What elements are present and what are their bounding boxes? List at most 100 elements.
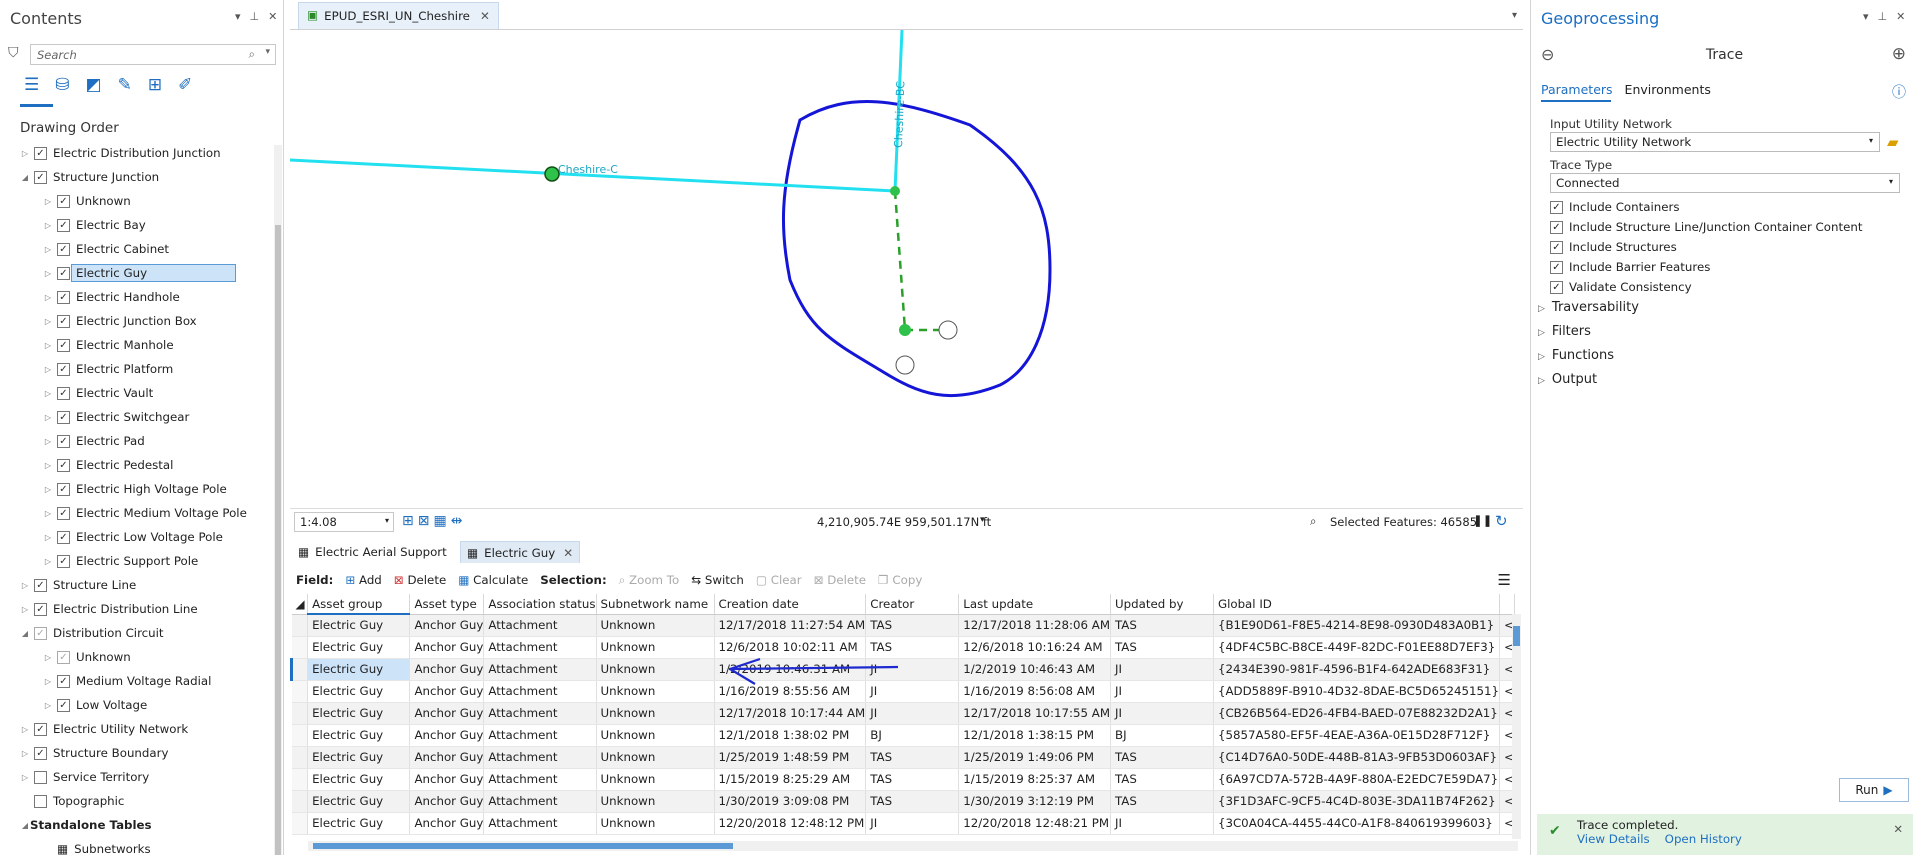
table-cell[interactable]: Attachment bbox=[483, 812, 597, 835]
layer-visibility-checkbox[interactable]: ✓ bbox=[57, 650, 70, 664]
layer-item[interactable]: ▷ ✓ Electric Bay bbox=[0, 213, 270, 237]
table-cell[interactable]: JI bbox=[1110, 702, 1214, 725]
trace-type-select[interactable]: Connected ▾ bbox=[1550, 173, 1900, 193]
tab-list-dropdown-icon[interactable]: ▾ bbox=[1512, 10, 1517, 21]
section-expander[interactable]: ▷ Traversability bbox=[1538, 300, 1639, 315]
row-selector[interactable] bbox=[291, 768, 309, 791]
trace-option[interactable]: ✓ Include Containers bbox=[1550, 200, 1680, 214]
expand-arrow-icon[interactable]: ▷ bbox=[43, 293, 53, 302]
layer-item[interactable]: ◢ ✓ Distribution Circuit bbox=[0, 621, 270, 645]
expand-arrow-icon[interactable]: ▷ bbox=[43, 701, 53, 710]
layer-item[interactable]: ▷ ✓ Electric Switchgear bbox=[0, 405, 270, 429]
expand-arrow-icon[interactable]: ▷ bbox=[43, 197, 53, 206]
calculate-button[interactable]: ▦ Calculate bbox=[458, 573, 528, 587]
view-details-link[interactable]: View Details bbox=[1577, 832, 1650, 846]
expand-arrow-icon[interactable]: ▷ bbox=[43, 533, 53, 542]
table-cell[interactable]: {CB26B564-ED26-4FB4-BAED-07E88232D2A1} bbox=[1213, 702, 1501, 725]
table-horizontal-scrollbar[interactable] bbox=[308, 841, 1518, 851]
table-cell[interactable]: Attachment bbox=[483, 790, 597, 813]
table-cell[interactable]: Attachment bbox=[483, 680, 597, 703]
table-cell[interactable]: {ADD5889F-B910-4D32-8DAE-BC5D65245151} bbox=[1213, 680, 1501, 703]
option-checkbox[interactable]: ✓ bbox=[1550, 260, 1563, 274]
run-button[interactable]: Run ▶ bbox=[1839, 778, 1909, 802]
option-checkbox[interactable]: ✓ bbox=[1550, 220, 1563, 234]
copy-button[interactable]: ❐ Copy bbox=[878, 573, 922, 587]
table-cell[interactable]: 12/17/2018 11:27:54 AM bbox=[714, 614, 867, 637]
table-row[interactable]: Electric Guy Anchor Guy Attachment Unknown 1… bbox=[291, 680, 1515, 703]
table-cell[interactable]: 1/25/2019 1:48:59 PM bbox=[714, 746, 867, 769]
list-by-labeling-icon[interactable]: ✐ bbox=[178, 77, 192, 94]
list-by-snapping-icon[interactable]: ⊞ bbox=[148, 77, 162, 94]
table-row[interactable]: Electric Guy Anchor Guy Attachment Unknown 1… bbox=[291, 614, 1515, 637]
table-cell[interactable]: {3F1D3AFC-9CF5-4C4D-803E-3DA11B74F262} bbox=[1213, 790, 1501, 813]
contents-scrollbar[interactable] bbox=[274, 145, 282, 855]
table-cell[interactable]: JI bbox=[1110, 812, 1214, 835]
layer-item[interactable]: ▷ ✓ Electric Guy bbox=[0, 261, 270, 285]
table-cell[interactable]: Attachment bbox=[483, 724, 597, 747]
layer-item[interactable]: ▷ ✓ Unknown bbox=[0, 189, 270, 213]
trace-option[interactable]: ✓ Validate Consistency bbox=[1550, 280, 1692, 294]
table-cell[interactable]: JI bbox=[865, 680, 960, 703]
pause-icon[interactable]: ❚❚ bbox=[1473, 513, 1492, 527]
table-cell[interactable]: 12/17/2018 11:28:06 AM bbox=[958, 614, 1112, 637]
table-cell[interactable]: TAS bbox=[1110, 768, 1214, 791]
table-row[interactable]: Electric Guy Anchor Guy Attachment Unknown 1… bbox=[291, 768, 1515, 791]
expand-arrow-icon[interactable]: ▷ bbox=[20, 773, 30, 782]
table-cell[interactable]: Unknown bbox=[596, 636, 715, 659]
collapse-arrow-icon[interactable]: ◢ bbox=[20, 629, 30, 638]
contents-scroll-thumb[interactable] bbox=[275, 225, 281, 855]
table-cell[interactable]: {5857A580-EF5F-4EAE-A36A-0E15D28F712F} bbox=[1213, 724, 1501, 747]
expand-arrow-icon[interactable]: ▷ bbox=[43, 677, 53, 686]
tab-environments[interactable]: Environments bbox=[1625, 82, 1711, 97]
option-checkbox[interactable]: ✓ bbox=[1550, 280, 1563, 294]
expand-arrow-icon[interactable]: ▷ bbox=[43, 437, 53, 446]
expand-arrow-icon[interactable]: ▷ bbox=[1538, 352, 1545, 362]
pin-icon[interactable]: ⊥ bbox=[250, 11, 260, 22]
table-cell[interactable]: 1/15/2019 8:25:37 AM bbox=[958, 768, 1112, 791]
switch-button[interactable]: ⇆ Switch bbox=[691, 573, 744, 587]
row-selector[interactable] bbox=[291, 636, 309, 659]
table-cell[interactable]: Electric Guy bbox=[307, 812, 411, 835]
filter-icon[interactable]: ⛉ bbox=[8, 46, 19, 60]
row-selector[interactable] bbox=[291, 702, 309, 725]
table-vertical-scrollbar[interactable] bbox=[1512, 614, 1521, 839]
delete-field-button[interactable]: ⊠ Delete bbox=[394, 573, 446, 587]
table-cell[interactable]: Unknown bbox=[596, 702, 715, 725]
layer-item[interactable]: ▷ ✓ Medium Voltage Radial bbox=[0, 669, 270, 693]
expand-arrow-icon[interactable]: ▷ bbox=[20, 749, 30, 758]
list-by-editing-icon[interactable]: ✎ bbox=[118, 77, 132, 94]
table-cell[interactable]: Electric Guy bbox=[307, 702, 411, 725]
map-canvas[interactable]: Cheshire-C Cheshire-BC bbox=[289, 29, 1523, 506]
table-row[interactable]: Electric Guy Anchor Guy Attachment Unknown 1… bbox=[291, 812, 1515, 835]
expand-arrow-icon[interactable]: ▷ bbox=[20, 581, 30, 590]
layer-item[interactable]: ▷ Service Territory bbox=[0, 765, 270, 789]
collapse-arrow-icon[interactable]: ◢ bbox=[20, 821, 30, 830]
refresh-icon[interactable]: ↻ bbox=[1495, 512, 1508, 530]
table-cell[interactable]: Electric Guy bbox=[307, 636, 411, 659]
layer-item[interactable]: ▷ ✓ Electric High Voltage Pole bbox=[0, 477, 270, 501]
table-row[interactable]: Electric Guy Anchor Guy Attachment Unknown 1… bbox=[291, 746, 1515, 769]
close-tab-icon[interactable]: ✕ bbox=[563, 546, 573, 560]
open-history-link[interactable]: Open History bbox=[1665, 832, 1742, 846]
table-cell[interactable]: Unknown bbox=[596, 680, 715, 703]
clear-button[interactable]: ▢ Clear bbox=[756, 573, 802, 587]
table-cell[interactable]: Unknown bbox=[596, 790, 715, 813]
table-cell[interactable]: Attachment bbox=[483, 658, 597, 681]
column-header[interactable]: Association status bbox=[483, 594, 597, 615]
table-cell[interactable]: Attachment bbox=[483, 768, 597, 791]
table-cell[interactable]: Electric Guy bbox=[307, 724, 411, 747]
table-cell[interactable]: {6A97CD7A-572B-4A9F-880A-E2EDC7E59DA7} bbox=[1213, 768, 1501, 791]
table-row[interactable]: Electric Guy Anchor Guy Attachment Unknown 1… bbox=[291, 724, 1515, 747]
layer-visibility-checkbox[interactable]: ✓ bbox=[57, 242, 70, 256]
table-cell[interactable]: Anchor Guy bbox=[409, 614, 485, 637]
layer-visibility-checkbox[interactable]: ✓ bbox=[57, 554, 70, 568]
table-cell[interactable]: TAS bbox=[865, 746, 960, 769]
table-cell[interactable]: TAS bbox=[1110, 614, 1214, 637]
table-vertical-scroll-thumb[interactable] bbox=[1513, 626, 1520, 646]
table-cell[interactable]: Electric Guy bbox=[307, 790, 411, 813]
expand-arrow-icon[interactable]: ▷ bbox=[20, 605, 30, 614]
table-cell[interactable]: 12/20/2018 12:48:21 PM bbox=[958, 812, 1112, 835]
expand-arrow-icon[interactable]: ▷ bbox=[43, 269, 53, 278]
table-cell[interactable]: TAS bbox=[1110, 636, 1214, 659]
row-selector[interactable] bbox=[289, 658, 309, 681]
